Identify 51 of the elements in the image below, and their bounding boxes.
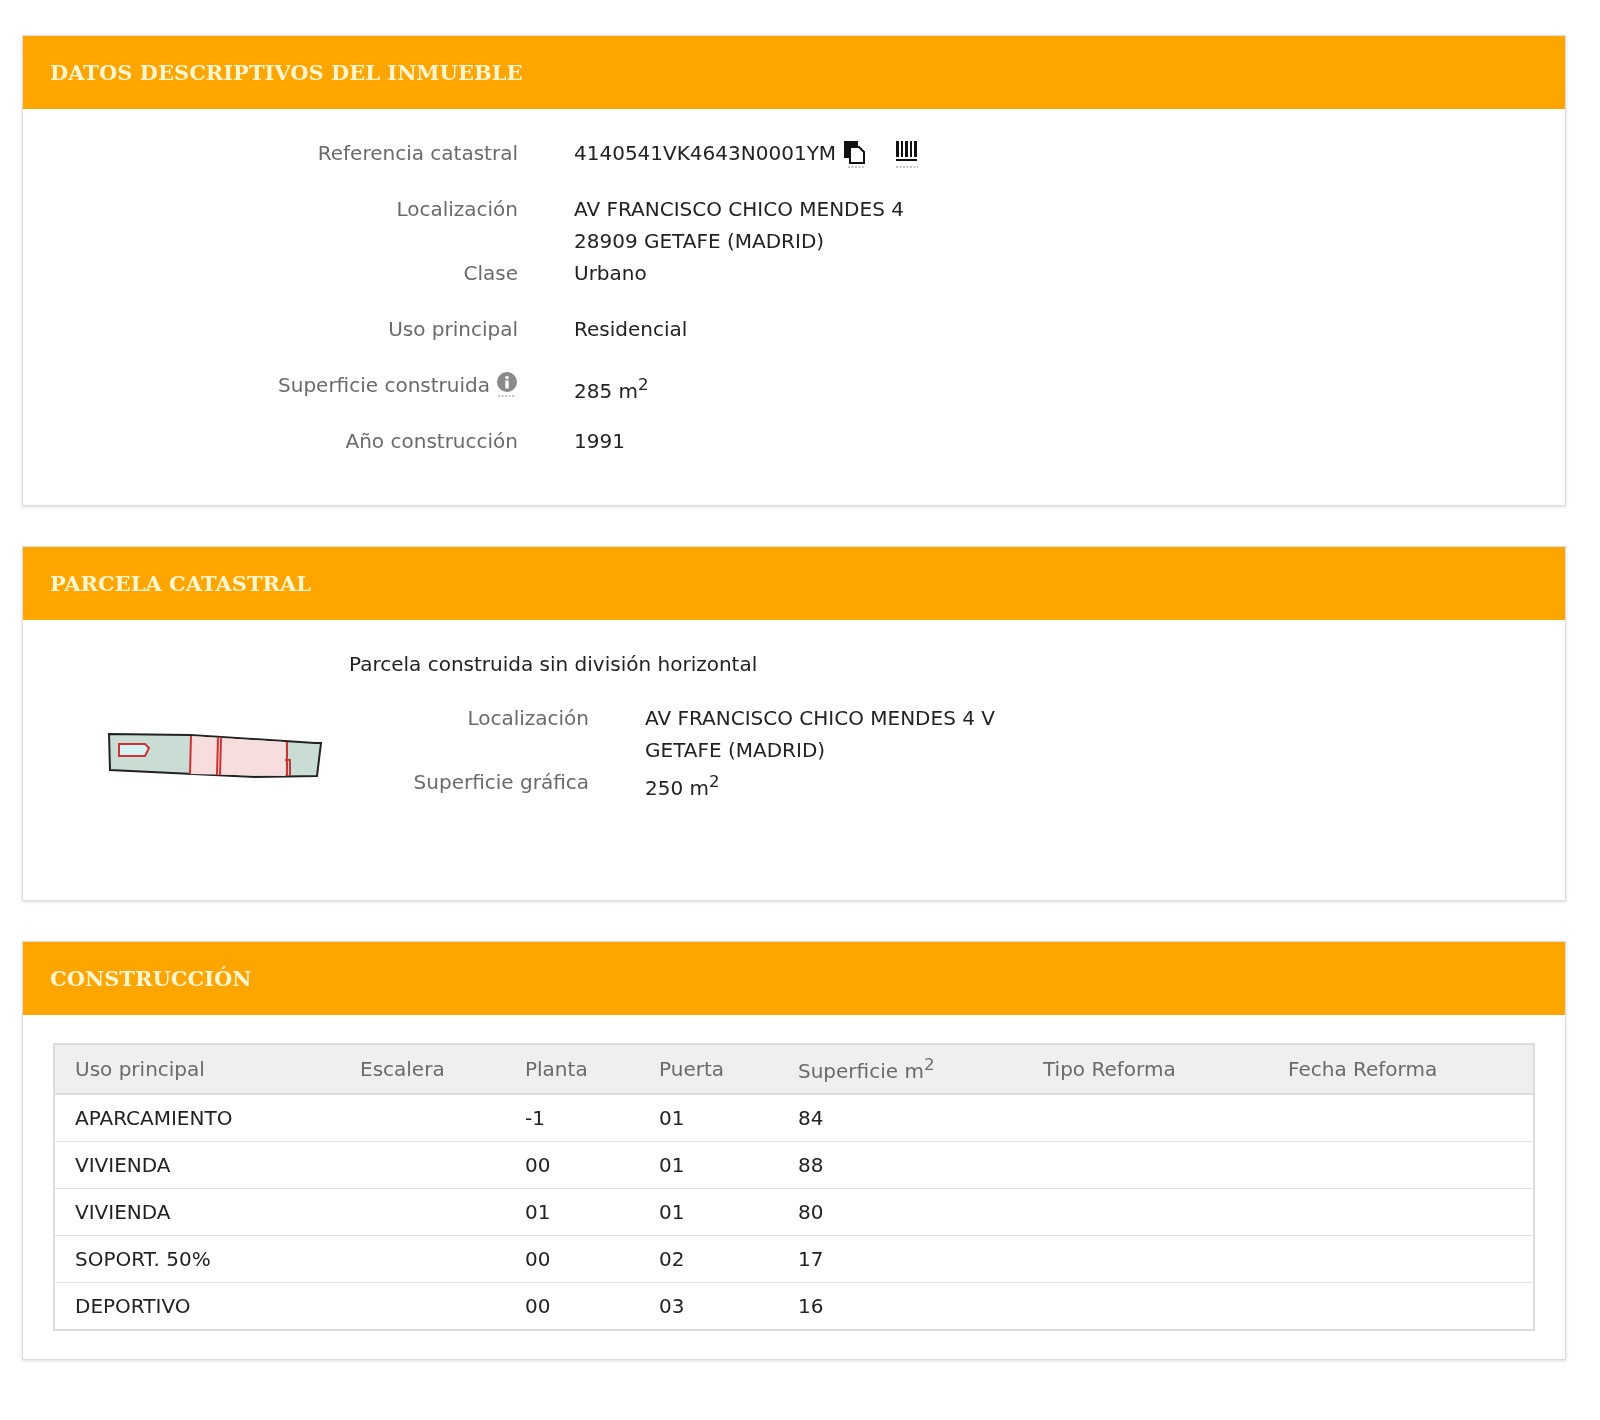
table-cell: 01 — [659, 1200, 685, 1224]
field-label: Superficie construida — [278, 372, 490, 399]
column-header: Escalera — [340, 1044, 505, 1094]
field-label: Referencia catastral — [317, 140, 518, 167]
field-label: Uso principal — [388, 316, 518, 343]
info-icon[interactable] — [496, 372, 518, 398]
field-label: Clase — [463, 260, 518, 287]
table-cell: 02 — [659, 1247, 685, 1271]
field-value: AV FRANCISCO CHICO MENDES 4 V — [645, 705, 995, 732]
table-cell: VIVIENDA — [75, 1153, 171, 1177]
table-cell: 03 — [659, 1294, 685, 1318]
field-value: 28909 GETAFE (MADRID) — [574, 228, 826, 255]
parcel-description: Parcela construida sin división horizontal — [349, 651, 759, 678]
field-value: Urbano — [574, 260, 647, 287]
table-cell: 01 — [659, 1106, 685, 1130]
column-header: Planta — [505, 1044, 639, 1094]
field-value: 285 m$^{2}$ — [574, 374, 649, 405]
field-value: AV FRANCISCO CHICO MENDES 4 — [574, 196, 904, 223]
field-value: 250 m$^{2}$ — [645, 771, 720, 802]
barcode-icon[interactable] — [894, 139, 921, 169]
table-cell: SOPORT. 50% — [75, 1247, 211, 1271]
section-title: DATOS DESCRIPTIVOS DEL INMUEBLE — [50, 60, 523, 85]
section-title: CONSTRUCCIÓN — [50, 966, 252, 991]
table-cell: 16 — [798, 1294, 824, 1318]
table-cell: 01 — [525, 1200, 551, 1224]
column-header: Uso principal — [54, 1044, 340, 1094]
field-value: 1991 — [574, 428, 625, 455]
field-label: Superficie gráfica — [413, 770, 589, 794]
column-header: Superficie m$^{2}$ — [778, 1044, 1023, 1094]
table-cell: 00 — [525, 1247, 551, 1271]
table-cell: APARCAMIENTO — [75, 1106, 233, 1130]
table-cell: 80 — [798, 1200, 824, 1224]
field-value: Residencial — [574, 316, 688, 343]
table-cell: -1 — [525, 1106, 545, 1130]
table-cell: 01 — [659, 1153, 685, 1177]
table-cell: 00 — [525, 1294, 551, 1318]
table-cell: 00 — [525, 1153, 551, 1177]
table-cell: DEPORTIVO — [75, 1294, 191, 1318]
field-label: Localización — [396, 196, 518, 223]
table-cell: VIVIENDA — [75, 1200, 171, 1224]
table-cell: 84 — [798, 1106, 824, 1130]
field-value: GETAFE (MADRID) — [645, 737, 827, 764]
field-value: 4140541VK4643N0001YM — [574, 140, 837, 167]
section-title: PARCELA CATASTRAL — [50, 571, 312, 596]
table-cell: 88 — [798, 1153, 824, 1177]
table-cell: 17 — [798, 1247, 824, 1271]
field-label: Año construcción — [345, 428, 518, 455]
column-header: Puerta — [639, 1044, 778, 1094]
column-header: Tipo Reforma — [1023, 1044, 1268, 1094]
column-header: Fecha Reforma — [1268, 1044, 1534, 1094]
field-label: Localización — [467, 706, 589, 730]
